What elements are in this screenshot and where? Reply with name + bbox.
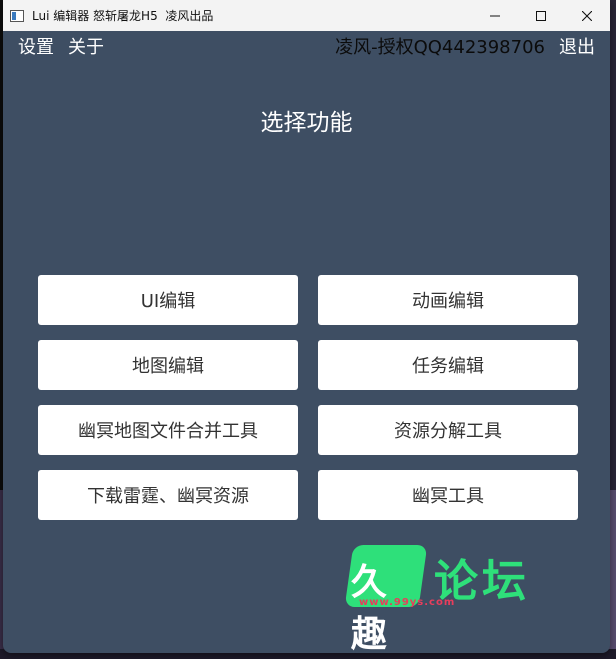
menu-right-group: 凌风-授权QQ442398706 退出 xyxy=(335,36,595,60)
close-icon xyxy=(582,10,592,21)
window-controls xyxy=(472,0,610,31)
page-title: 选择功能 xyxy=(260,110,353,136)
download-resources-button[interactable]: 下载雷霆、幽冥资源 xyxy=(38,470,298,520)
maximize-button[interactable] xyxy=(518,0,564,31)
menu-left-group: 设置 关于 xyxy=(18,36,104,60)
map-edit-button[interactable]: 地图编辑 xyxy=(38,340,298,390)
menu-bar: 设置 关于 凌风-授权QQ442398706 退出 xyxy=(3,31,610,65)
watermark-url: www.99ys.com xyxy=(359,597,456,608)
youming-tool-button[interactable]: 幽冥工具 xyxy=(318,470,578,520)
app-window-icon xyxy=(10,9,24,22)
task-edit-button[interactable]: 任务编辑 xyxy=(318,340,578,390)
window-title: Lui 编辑器 怒斩屠龙H5 凌风出品 xyxy=(32,9,214,23)
function-button-grid: UI编辑 动画编辑 地图编辑 任务编辑 幽冥地图文件合并工具 资源分解工具 下载… xyxy=(38,275,578,520)
ui-edit-button[interactable]: UI编辑 xyxy=(38,275,298,325)
animation-edit-button[interactable]: 动画编辑 xyxy=(318,275,578,325)
title-bar[interactable]: Lui 编辑器 怒斩屠龙H5 凌风出品 xyxy=(3,0,610,31)
app-window: Lui 编辑器 怒斩屠龙H5 凌风出品 设置 关于 凌风-授权QQ4423987… xyxy=(3,0,610,653)
menu-exit[interactable]: 退出 xyxy=(559,36,595,60)
close-button[interactable] xyxy=(564,0,610,31)
menu-about[interactable]: 关于 xyxy=(68,36,104,60)
maximize-icon xyxy=(536,10,546,21)
map-file-merge-tool-button[interactable]: 幽冥地图文件合并工具 xyxy=(38,405,298,455)
watermark: 久趣 论坛 www.99ys.com xyxy=(344,545,579,653)
minimize-icon xyxy=(490,15,500,16)
license-info: 凌风-授权QQ442398706 xyxy=(335,37,545,58)
minimize-button[interactable] xyxy=(472,0,518,31)
menu-settings[interactable]: 设置 xyxy=(18,36,54,60)
resource-split-tool-button[interactable]: 资源分解工具 xyxy=(318,405,578,455)
